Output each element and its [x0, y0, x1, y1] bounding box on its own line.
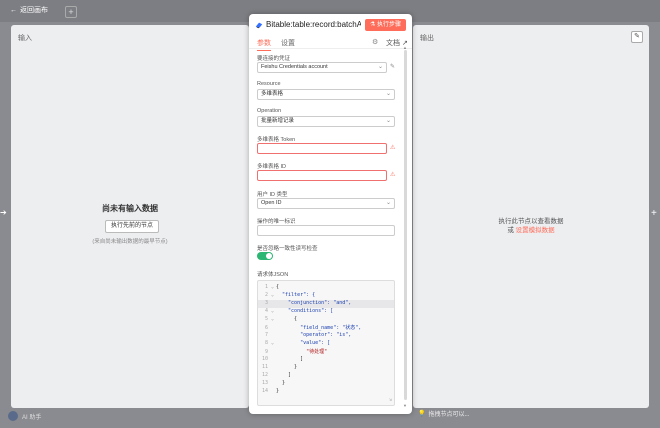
- output-empty-hint: 执行此节点以查看数据 或 设置模拟数据: [413, 217, 649, 235]
- scroll-down-icon[interactable]: ▼: [403, 403, 407, 408]
- table-id-label: 多维表格 ID: [257, 164, 287, 170]
- code-line: 8 ⌄ "value": [: [264, 340, 331, 346]
- json-code-editor[interactable]: 1 ⌄{ 2 ⌄ "filter": { 3 "conjunction": "and…: [257, 280, 395, 406]
- ignore-consistency-label: 是否忽略一致性读写检查: [257, 246, 318, 252]
- plus-icon[interactable]: +: [65, 6, 77, 18]
- back-to-canvas-button[interactable]: ← 返回画布: [10, 5, 48, 15]
- resource-label: Resource: [257, 81, 281, 87]
- gear-icon[interactable]: ⚙: [372, 38, 378, 46]
- chevron-down-icon: ⌄: [385, 200, 391, 206]
- operation-select[interactable]: 批量新增记录 ⌄: [257, 116, 395, 127]
- ai-assistant-label: AI 助手: [22, 414, 42, 421]
- code-line: 11 }: [261, 364, 298, 370]
- code-line: 5 ⌄ {: [264, 316, 298, 322]
- execute-step-button[interactable]: ⚗ 执行步骤: [365, 19, 406, 31]
- token-label: 多维表格 Token: [257, 137, 296, 143]
- chevron-down-icon: ⌄: [385, 91, 391, 97]
- right-add-icon[interactable]: +: [651, 208, 660, 222]
- credential-select[interactable]: Feishu Credentials account ⌄: [257, 62, 387, 73]
- set-mock-data-link[interactable]: 设置模拟数据: [516, 227, 555, 234]
- resource-select[interactable]: 多维表格 ⌄: [257, 89, 395, 100]
- user-id-type-select[interactable]: Open ID ⌄: [257, 198, 395, 209]
- code-line: 13 }: [261, 380, 286, 386]
- code-line: 12 ]: [261, 372, 292, 378]
- user-id-type-label: 用户 ID 类型: [257, 192, 288, 198]
- input-empty-hint: (来自尚未输出数据的最早节点): [92, 239, 168, 245]
- warning-icon: ⚠: [390, 172, 396, 178]
- unique-id-input[interactable]: [257, 225, 395, 236]
- avatar-icon: [8, 411, 18, 421]
- output-hint-or: 或: [507, 227, 514, 234]
- input-panel: 输入 尚未有输入数据 执行先前的节点 (来自尚未输出数据的最早节点): [11, 25, 249, 408]
- resize-handle-icon[interactable]: ⇲: [389, 397, 392, 403]
- pencil-icon[interactable]: ✎: [390, 63, 395, 70]
- input-empty-title: 尚未有输入数据: [102, 204, 158, 213]
- unique-id-label: 操作的唯一标识: [257, 219, 296, 225]
- code-line: 3 "conjunction": "and",: [258, 300, 394, 308]
- tab-settings[interactable]: 设置: [281, 38, 295, 48]
- token-input[interactable]: [257, 143, 387, 154]
- back-label: 返回画布: [20, 7, 48, 14]
- output-hint-line: 执行此节点以查看数据: [498, 218, 564, 225]
- code-line: 1 ⌄{: [264, 284, 280, 290]
- lightbulb-icon: 💡: [418, 411, 426, 417]
- output-panel: 输出 ✎ 执行此节点以查看数据 或 设置模拟数据: [413, 25, 649, 408]
- code-line: 4 ⌄ "conditions": [: [264, 308, 334, 314]
- warning-icon: ⚠: [390, 145, 396, 151]
- modal-scrollbar[interactable]: [404, 50, 407, 400]
- code-line: 10 ]: [261, 356, 304, 362]
- drag-tip: 💡 拖拽节点可以...: [418, 409, 470, 418]
- code-line: 2 ⌄ "filter": {: [264, 292, 316, 298]
- ai-assistant[interactable]: AI 助手: [8, 411, 41, 421]
- chevron-down-icon: ⌄: [377, 64, 383, 70]
- table-id-input[interactable]: [257, 170, 387, 181]
- code-line: 6 "field_name": "状态",: [264, 325, 362, 331]
- output-panel-title: 输出: [420, 35, 434, 42]
- modal-tabs: 参数 设置 ⚙ 文档 ↗: [249, 36, 412, 51]
- code-line: 14 }: [261, 388, 280, 394]
- pencil-icon[interactable]: ✎: [631, 31, 643, 43]
- code-line: 9 "待处理": [264, 349, 328, 355]
- credential-label: 要连接的凭证: [257, 56, 291, 62]
- ignore-consistency-toggle[interactable]: [257, 252, 273, 260]
- execute-previous-nodes-button[interactable]: 执行先前的节点: [105, 220, 160, 233]
- node-title[interactable]: Bitable:table:record:batchA...: [266, 20, 361, 29]
- code-line: 7 "operator": "is",: [264, 332, 352, 338]
- body-json-label: 请求体JSON: [257, 272, 289, 278]
- input-panel-title: 输入: [18, 35, 32, 42]
- node-editor-modal: Bitable:table:record:batchA... ⚗ 执行步骤 参数…: [249, 14, 412, 414]
- drag-tip-label: 拖拽节点可以...: [428, 412, 470, 418]
- operation-label: Operation: [257, 108, 282, 114]
- feishu-logo-icon: [255, 22, 263, 29]
- chevron-down-icon: ⌄: [385, 118, 391, 124]
- modal-body: 要连接的凭证 Feishu Credentials account ⌄ ✎ Res…: [249, 50, 412, 414]
- modal-header: Bitable:table:record:batchA... ⚗ 执行步骤: [249, 14, 412, 36]
- arrow-left-icon: ←: [10, 6, 17, 14]
- left-connector-icon[interactable]: ➔: [0, 208, 7, 222]
